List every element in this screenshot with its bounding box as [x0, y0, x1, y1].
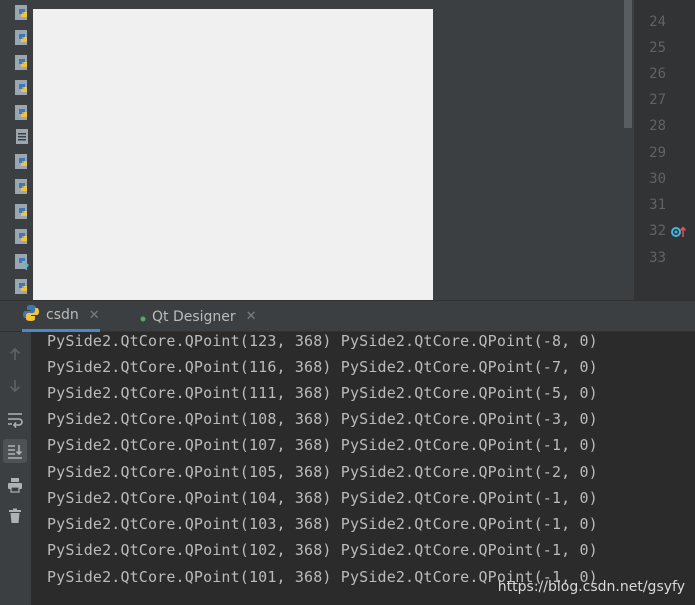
print-icon[interactable]	[3, 473, 27, 497]
close-icon[interactable]: ✕	[89, 308, 100, 323]
trash-icon[interactable]	[3, 504, 27, 528]
line-number: 29	[649, 145, 666, 161]
python-file-icon[interactable]	[14, 203, 32, 221]
line-number: 31	[649, 197, 666, 213]
python-file-icon[interactable]	[14, 29, 32, 47]
python-file-icon[interactable]	[14, 228, 32, 246]
console-line: PySide2.QtCore.QPoint(103, 368) PySide2.…	[47, 515, 598, 533]
console-line: PySide2.QtCore.QPoint(116, 368) PySide2.…	[47, 358, 598, 376]
line-number: 33	[649, 250, 666, 266]
line-number: 28	[649, 118, 666, 134]
up-arrow-icon[interactable]	[3, 342, 27, 366]
blank-popup-window[interactable]	[33, 9, 433, 308]
python-icon	[22, 304, 40, 326]
tab-label: csdn	[46, 307, 79, 323]
close-icon[interactable]: ✕	[246, 309, 257, 324]
text-file-icon[interactable]	[14, 128, 32, 146]
console-line: PySide2.QtCore.QPoint(123, 368) PySide2.…	[47, 332, 598, 350]
unknown-python-file-icon[interactable]: ?	[14, 253, 32, 271]
green-dot-icon	[140, 308, 146, 326]
svg-text:?: ?	[24, 263, 29, 271]
tab-csdn[interactable]: csdn ✕	[22, 301, 100, 332]
console-line: PySide2.QtCore.QPoint(105, 368) PySide2.…	[47, 463, 598, 481]
python-file-icon[interactable]	[14, 104, 32, 122]
python-file-icon[interactable]	[14, 79, 32, 97]
soft-wrap-icon[interactable]	[3, 407, 27, 431]
console-line: PySide2.QtCore.QPoint(107, 368) PySide2.…	[47, 436, 598, 454]
line-number: 25	[649, 40, 666, 56]
line-number: 26	[649, 66, 666, 82]
editor-scrollbar-thumb[interactable]	[624, 0, 632, 128]
line-number: 32	[649, 223, 666, 239]
console-line: PySide2.QtCore.QPoint(102, 368) PySide2.…	[47, 541, 598, 559]
console-line: PySide2.QtCore.QPoint(111, 368) PySide2.…	[47, 384, 598, 402]
scroll-to-end-icon[interactable]	[3, 439, 27, 463]
python-file-icon[interactable]	[14, 278, 32, 296]
line-number: 24	[649, 14, 666, 30]
watermark: https://blog.csdn.net/gsyfy	[497, 579, 685, 595]
editor-scrollbar[interactable]	[623, 0, 634, 300]
tab-qt-designer[interactable]: Qt Designer ✕	[140, 301, 257, 332]
override-method-marker-icon[interactable]	[671, 224, 689, 238]
python-file-icon[interactable]	[14, 178, 32, 196]
tab-label: Qt Designer	[152, 308, 236, 325]
python-file-icon[interactable]	[14, 4, 32, 22]
console-output[interactable]: PySide2.QtCore.QPoint(123, 368) PySide2.…	[31, 332, 695, 605]
editor-gutter: 24 25 26 27 28 29 30 31 32 33	[634, 0, 695, 300]
console-line: PySide2.QtCore.QPoint(104, 368) PySide2.…	[47, 489, 598, 507]
line-number: 27	[649, 92, 666, 108]
python-file-icon[interactable]	[14, 153, 32, 171]
console-line: PySide2.QtCore.QPoint(108, 368) PySide2.…	[47, 410, 598, 428]
line-number: 30	[649, 171, 666, 187]
console-toolbar	[0, 332, 31, 605]
run-tab-bar: csdn ✕ Qt Designer ✕	[0, 300, 695, 332]
python-file-icon[interactable]	[14, 54, 32, 72]
project-tree-pane: ?	[0, 0, 623, 308]
down-arrow-icon[interactable]	[3, 374, 27, 398]
